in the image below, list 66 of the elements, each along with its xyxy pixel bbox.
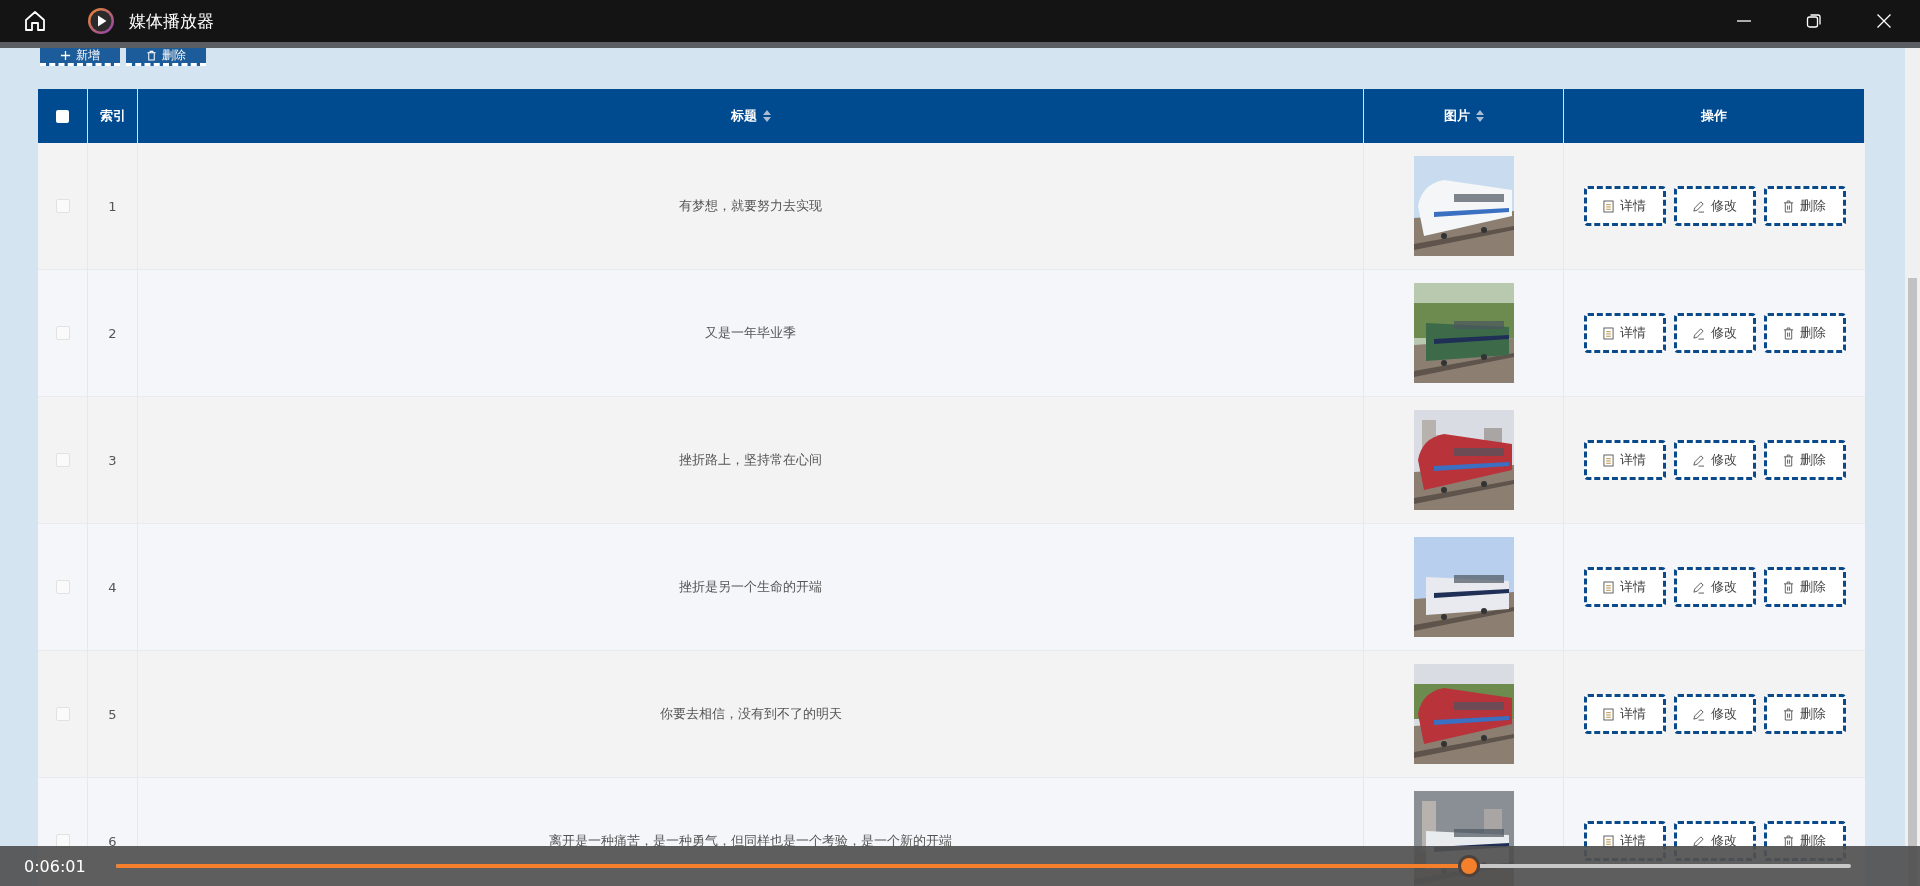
edit-button[interactable]: 修改	[1673, 186, 1756, 226]
column-header[interactable]: 图片	[1364, 89, 1564, 143]
trash-icon	[1783, 199, 1794, 213]
document-icon	[1603, 326, 1614, 340]
sort-icon[interactable]	[762, 110, 771, 122]
window-title: 媒体播放器	[129, 9, 214, 33]
column-header: 索引	[88, 89, 138, 143]
close-icon[interactable]	[1876, 13, 1892, 29]
pencil-icon	[1692, 580, 1705, 594]
trash-icon	[1783, 453, 1794, 467]
edit-button[interactable]: 修改	[1673, 567, 1756, 607]
row-checkbox[interactable]	[55, 326, 70, 340]
delete-button[interactable]: 删除	[1763, 440, 1846, 480]
trash-icon	[1783, 580, 1794, 594]
select-all-checkbox[interactable]	[56, 109, 69, 123]
document-icon	[1603, 199, 1614, 213]
edit-button[interactable]: 修改	[1673, 440, 1756, 480]
index-cell: 1	[108, 198, 117, 214]
delete-button[interactable]: 删除	[1763, 186, 1846, 226]
add-button[interactable]: 新增	[40, 48, 120, 66]
delete-button[interactable]: 删除	[1763, 313, 1846, 353]
pencil-icon	[1692, 707, 1705, 721]
trash-icon	[1783, 326, 1794, 340]
index-cell: 3	[108, 452, 117, 468]
detail-button[interactable]: 详情	[1583, 440, 1666, 480]
detail-button[interactable]: 详情	[1583, 313, 1666, 353]
column-header: 操作	[1564, 89, 1865, 143]
index-cell: 6	[108, 833, 117, 849]
plus-icon	[60, 50, 71, 61]
edit-button[interactable]: 修改	[1673, 694, 1756, 734]
detail-button[interactable]: 详情	[1583, 694, 1666, 734]
title-cell: 你要去相信，没有到不了的明天	[659, 705, 842, 723]
row-checkbox[interactable]	[55, 580, 70, 594]
detail-button[interactable]: 详情	[1583, 186, 1666, 226]
title-cell: 挫折路上，坚持常在心间	[679, 451, 822, 469]
document-icon	[1603, 453, 1614, 467]
column-header[interactable]: 标题	[138, 89, 1364, 143]
title-cell: 离开是一种痛苦，是一种勇气，但同样也是一个考验，是一个新的开端	[549, 832, 952, 850]
index-cell: 2	[108, 325, 117, 341]
document-icon	[1603, 580, 1614, 594]
sort-icon[interactable]	[1475, 110, 1484, 122]
delete-button[interactable]: 删除	[126, 48, 206, 66]
edit-button[interactable]: 修改	[1673, 313, 1756, 353]
title-cell: 又是一年毕业季	[705, 324, 796, 342]
home-icon[interactable]	[23, 9, 47, 33]
seek-thumb[interactable]	[1458, 855, 1481, 877]
trash-icon	[1783, 707, 1794, 721]
playback-time: 0:06:01	[24, 856, 87, 876]
seek-bar[interactable]	[116, 855, 1851, 877]
pencil-icon	[1692, 199, 1705, 213]
trash-icon	[146, 50, 157, 61]
index-cell: 5	[108, 706, 117, 722]
delete-button[interactable]: 删除	[1763, 694, 1846, 734]
title-cell: 有梦想，就要努力去实现	[679, 197, 822, 215]
row-checkbox[interactable]	[55, 199, 70, 213]
play-logo-icon	[87, 7, 115, 35]
document-icon	[1603, 707, 1614, 721]
row-checkbox[interactable]	[55, 707, 70, 721]
delete-button[interactable]: 删除	[1763, 567, 1846, 607]
pencil-icon	[1692, 453, 1705, 467]
detail-button[interactable]: 详情	[1583, 567, 1666, 607]
row-checkbox[interactable]	[55, 453, 70, 467]
pencil-icon	[1692, 326, 1705, 340]
restore-icon[interactable]	[1806, 13, 1822, 29]
title-cell: 挫折是另一个生命的开端	[679, 578, 822, 596]
index-cell: 4	[108, 579, 117, 595]
